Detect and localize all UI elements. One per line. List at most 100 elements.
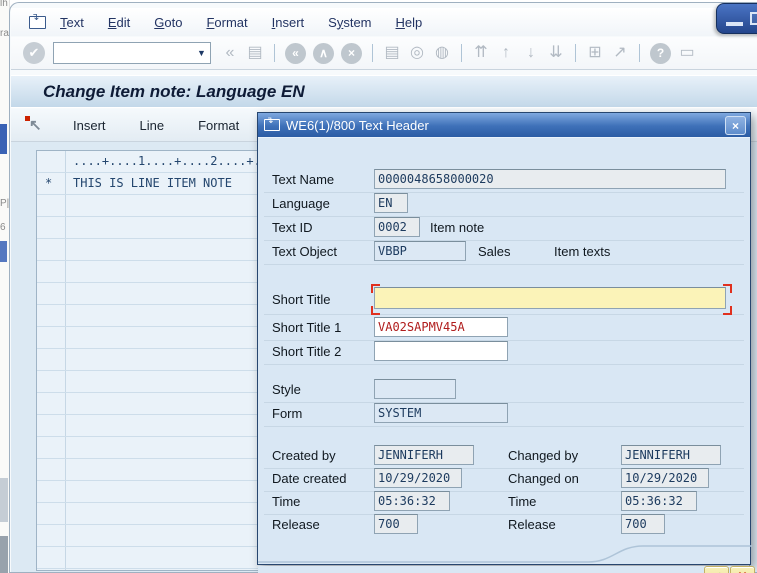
style-label: Style — [272, 382, 301, 397]
date-created-field[interactable]: 10/29/2020 — [374, 468, 462, 488]
short-title-field[interactable] — [374, 287, 726, 309]
toolbar-icons: « ▤ « ∧ × ▤ ◎ ◍ ⇈ ↑ ↓ ⇊ ⊞ ↗? ▭ — [221, 42, 696, 64]
date-created-label: Date created — [272, 471, 347, 486]
toolbar-separator — [639, 44, 640, 62]
find-next-icon[interactable]: ◍ — [433, 43, 451, 63]
line-text[interactable]: THIS IS LINE ITEM NOTE — [73, 176, 232, 190]
style-row: Style — [264, 378, 744, 403]
text-id-row: Text ID 0002 Item note — [264, 216, 744, 241]
text-object-field[interactable]: VBBP — [374, 241, 466, 261]
help-icon[interactable]: ? — [650, 42, 671, 64]
bg-fragment: lh — [0, 0, 8, 9]
language-row: Language EN — [264, 192, 744, 217]
confirm-button[interactable]: ✔ — [704, 566, 729, 573]
ruler: ....+....1....+....2....+.. — [73, 154, 269, 168]
short-title-1-field[interactable] — [374, 317, 508, 337]
dates-row: Date created 10/29/2020 Changed on 10/29… — [264, 467, 744, 492]
new-session-icon[interactable]: ⊞ — [586, 43, 604, 63]
cancel-button[interactable]: ✖ — [730, 566, 755, 573]
changed-by-label: Changed by — [508, 448, 579, 463]
text-id-field[interactable]: 0002 — [374, 217, 420, 237]
back-icon[interactable]: « — [285, 42, 306, 64]
find-icon[interactable]: ◎ — [408, 43, 426, 63]
create-shortcut-icon[interactable]: ↗ — [611, 43, 629, 63]
language-field[interactable]: EN — [374, 193, 408, 213]
menu-item-system[interactable]: System — [328, 15, 371, 30]
release-created-field[interactable]: 700 — [374, 514, 418, 534]
form-field[interactable]: SYSTEM — [374, 403, 508, 423]
text-object-description-1: Sales — [478, 244, 511, 259]
bg-selection-bar — [0, 124, 7, 154]
focus-corner — [371, 306, 380, 315]
first-page-icon[interactable]: ⇈ — [472, 43, 490, 63]
focus-corner — [723, 306, 732, 315]
text-header-dialog: WE6(1)/800 Text Header × Text Name 00000… — [257, 112, 755, 573]
previous-page-icon[interactable]: ↑ — [497, 43, 515, 63]
collapse-chevron-icon[interactable]: « — [221, 43, 239, 63]
customize-layout-icon[interactable]: ▭ — [678, 43, 696, 63]
dialog-screen-icon — [264, 115, 280, 131]
enter-icon[interactable]: ✔ — [23, 42, 45, 64]
changed-on-field[interactable]: 10/29/2020 — [621, 468, 709, 488]
combo-dropdown-icon[interactable]: ▼ — [193, 43, 210, 63]
focus-corner — [723, 284, 732, 293]
format-button[interactable]: Format — [194, 116, 243, 135]
line-button[interactable]: Line — [136, 116, 169, 135]
menu-item-format[interactable]: Format — [206, 15, 247, 30]
bg-fragment: ra — [0, 28, 9, 39]
menu-item-edit[interactable]: Edit — [108, 15, 130, 30]
time-created-field[interactable]: 05:36:32 — [374, 491, 450, 511]
release-changed-field[interactable]: 700 — [621, 514, 665, 534]
standard-toolbar: ✔ ▼ « ▤ « ∧ × ▤ ◎ ◍ ⇈ ↑ ↓ ⇊ ⊞ ↗? ▭ — [11, 37, 757, 70]
toolbar-separator — [274, 44, 275, 62]
text-object-description-2: Item texts — [554, 244, 611, 259]
dialog-titlebar[interactable]: WE6(1)/800 Text Header × — [258, 113, 750, 137]
created-by-label: Created by — [272, 448, 336, 463]
sap-screen-icon[interactable] — [29, 12, 46, 29]
print-icon[interactable]: ▤ — [383, 43, 401, 63]
dialog-title: WE6(1)/800 Text Header — [286, 117, 429, 133]
toolbar-separator — [372, 44, 373, 62]
style-field[interactable] — [374, 379, 456, 399]
language-label: Language — [272, 196, 330, 211]
text-name-row: Text Name 0000048658000020 — [264, 168, 744, 193]
text-name-field[interactable]: 0000048658000020 — [374, 169, 726, 189]
exit-icon[interactable]: ∧ — [313, 42, 334, 64]
times-row: Time 05:36:32 Time 05:36:32 — [264, 490, 744, 515]
toolbar-separator — [461, 44, 462, 62]
insert-button[interactable]: Insert — [69, 116, 110, 135]
short-title-1-row: Short Title 1 — [264, 316, 744, 341]
created-by-field[interactable]: JENNIFERH — [374, 445, 474, 465]
release-changed-label: Release — [508, 517, 556, 532]
time-changed-label: Time — [508, 494, 537, 509]
text-id-label: Text ID — [272, 220, 313, 235]
next-page-icon[interactable]: ↓ — [522, 43, 540, 63]
maximize-icon[interactable] — [750, 12, 757, 25]
save-icon[interactable]: ▤ — [246, 43, 264, 63]
command-combobox: ▼ — [53, 42, 211, 64]
menu-bar-items: Text Edit Goto Format Insert System Help — [60, 15, 422, 30]
close-icon[interactable]: × — [725, 116, 746, 135]
focus-corner — [371, 284, 380, 293]
toolbar-separator — [575, 44, 576, 62]
bg-fragment: 6 — [0, 222, 6, 233]
cancel-icon[interactable]: × — [341, 42, 362, 64]
time-changed-field[interactable]: 05:36:32 — [621, 491, 697, 511]
short-title-2-field[interactable] — [374, 341, 508, 361]
menu-item-goto[interactable]: Goto — [154, 15, 182, 30]
bg-selection-bar — [0, 241, 7, 262]
menu-item-text[interactable]: Text — [60, 15, 84, 30]
screen-title-band: Change Item note: Language EN — [11, 75, 757, 108]
release-created-label: Release — [272, 517, 320, 532]
bg-fragment: P| — [0, 198, 10, 209]
changed-by-field[interactable]: JENNIFERH — [621, 445, 721, 465]
minimize-icon[interactable] — [726, 12, 743, 26]
command-field[interactable] — [54, 43, 193, 63]
short-title-label: Short Title — [272, 292, 331, 307]
menu-item-help[interactable]: Help — [396, 15, 423, 30]
menu-item-insert[interactable]: Insert — [272, 15, 305, 30]
dialog-body: Text Name 0000048658000020 Language EN T… — [258, 137, 755, 573]
last-page-icon[interactable]: ⇊ — [547, 43, 565, 63]
menu-bar: Text Edit Goto Format Insert System Help — [11, 8, 757, 36]
selection-mode-icon[interactable]: ↖ — [25, 116, 43, 134]
